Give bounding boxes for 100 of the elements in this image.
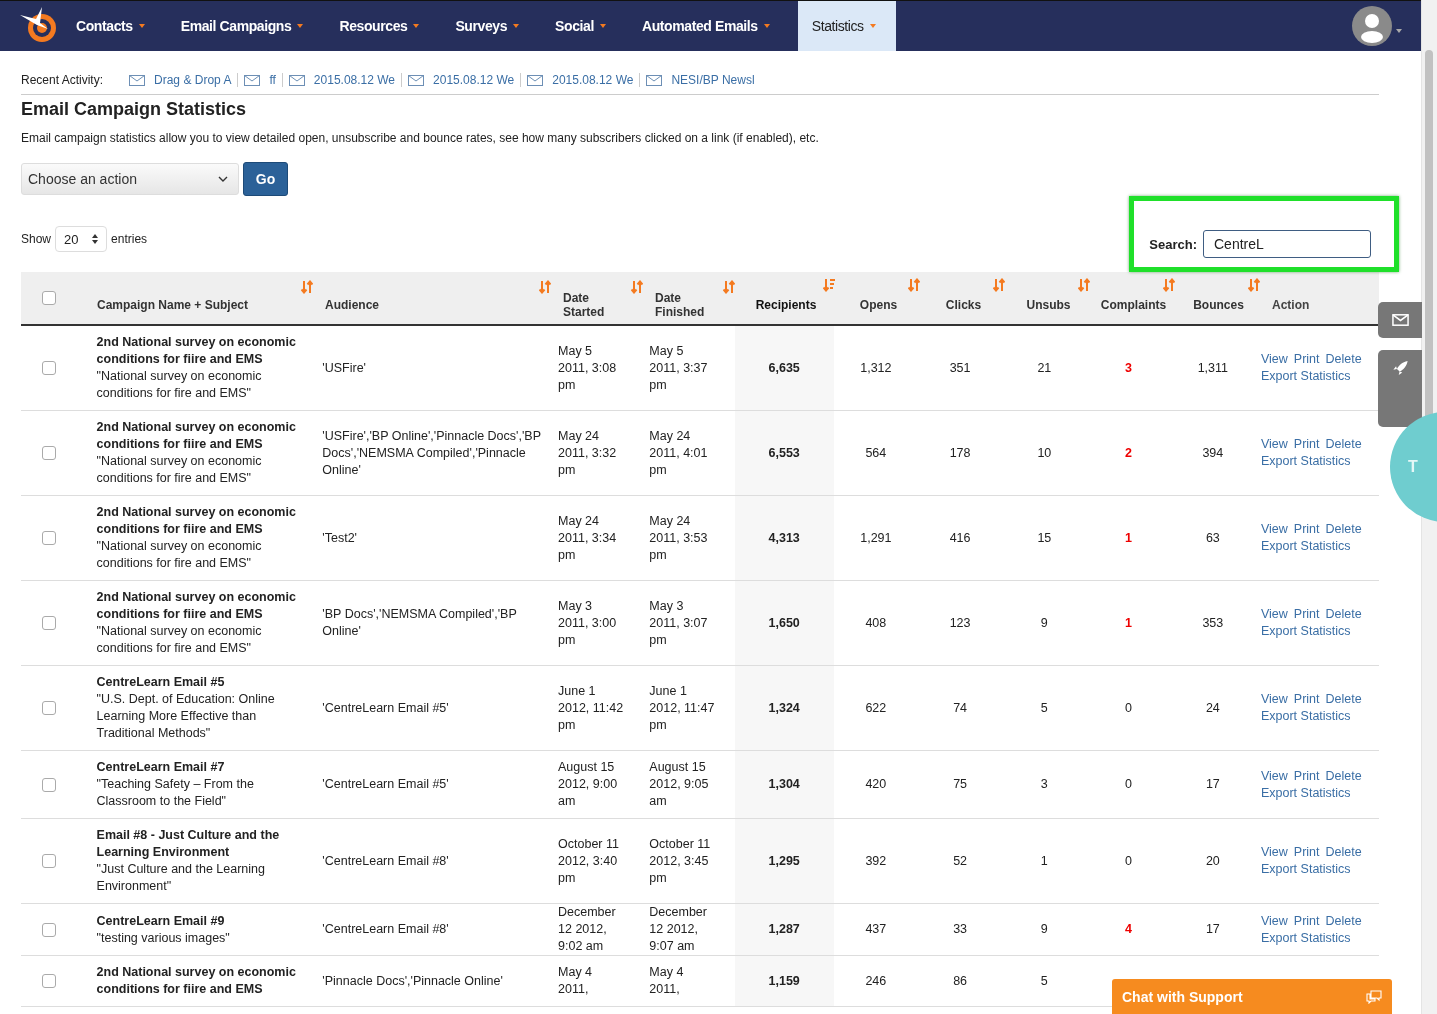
recent-activity-link[interactable]: 2015.08.12 We <box>433 73 515 87</box>
row-checkbox[interactable] <box>41 361 56 375</box>
nav-tab[interactable]: Social <box>537 1 624 51</box>
action-link[interactable]: View <box>1260 691 1288 708</box>
side-tab[interactable] <box>1378 350 1422 427</box>
column-header[interactable]: Action <box>1272 298 1310 312</box>
row-checkbox[interactable] <box>41 531 56 545</box>
sort-icon[interactable] <box>1078 278 1090 292</box>
action-link[interactable]: Delete <box>1325 691 1362 708</box>
action-link[interactable]: Delete <box>1325 912 1362 930</box>
row-checkbox[interactable] <box>41 777 56 792</box>
action-link[interactable]: View <box>1260 767 1288 785</box>
table-cell-text: 33 <box>952 921 969 938</box>
nav-tab[interactable]: Email Campaigns <box>162 1 322 51</box>
action-link[interactable]: View <box>1260 521 1288 538</box>
action-link[interactable]: Export Statistics <box>1260 784 1351 802</box>
action-select[interactable]: Choose an action <box>21 163 239 195</box>
action-link[interactable]: Print <box>1293 606 1320 623</box>
action-link[interactable]: Export Statistics <box>1260 538 1351 555</box>
entries-select[interactable]: 20 <box>55 226 108 252</box>
column-header[interactable]: Clicks <box>945 298 982 312</box>
recent-activity-link[interactable]: NESI/BP Newsl <box>671 73 755 87</box>
table-cell-text: 3 <box>1039 776 1049 793</box>
nav-tab[interactable]: Statistics <box>797 1 896 51</box>
side-tab[interactable] <box>1378 302 1422 338</box>
action-link[interactable]: Print <box>1293 691 1320 708</box>
nav-tab[interactable]: Resources <box>321 1 438 51</box>
column-header[interactable]: Date Started <box>563 291 613 319</box>
action-link[interactable]: Delete <box>1325 606 1362 623</box>
action-link[interactable]: Delete <box>1325 521 1362 538</box>
action-link[interactable]: Export Statistics <box>1260 708 1351 725</box>
recent-activity-link[interactable]: 2015.08.12 We <box>313 73 396 87</box>
campaign-name: 2nd National survey on economic conditions for fiire and EMS <box>96 334 297 368</box>
sort-icon[interactable] <box>1248 278 1260 292</box>
action-link[interactable]: Print <box>1293 436 1320 453</box>
user-avatar-icon[interactable] <box>1352 6 1392 46</box>
column-header[interactable]: Complaints <box>1100 298 1167 312</box>
row-checkbox[interactable] <box>41 974 56 988</box>
action-link[interactable]: Export Statistics <box>1260 861 1351 878</box>
row-checkbox[interactable] <box>41 922 56 937</box>
action-link[interactable]: Print <box>1293 351 1320 368</box>
column-header[interactable]: Unsubs <box>1026 298 1071 312</box>
recent-activity-link[interactable]: ff <box>269 73 276 87</box>
search-field[interactable]: CentreL <box>1203 230 1371 258</box>
recent-activity-link[interactable]: Drag & Drop A <box>154 73 232 87</box>
table-cell-text: 392 <box>864 852 888 870</box>
action-link[interactable]: Print <box>1293 767 1320 785</box>
row-checkbox[interactable] <box>41 701 56 715</box>
sort-descending-icon[interactable] <box>823 278 835 292</box>
row-checkbox[interactable] <box>41 616 56 630</box>
action-link[interactable]: Print <box>1293 844 1320 861</box>
sort-icon[interactable] <box>723 280 735 294</box>
action-link[interactable]: Export Statistics <box>1260 368 1351 385</box>
recent-activity-link[interactable]: 2015.08.12 We <box>552 73 634 87</box>
table-cell-text: 'USFire','BP Online','Pinnacle Docs','BP Docs','NEMSMA Compiled','Pinnacle Online' <box>321 427 542 479</box>
action-link[interactable]: Delete <box>1325 767 1362 785</box>
row-checkbox[interactable] <box>41 446 56 460</box>
up-down-arrows-icon <box>92 234 99 244</box>
go-button[interactable]: Go <box>243 162 288 196</box>
envelope-icon <box>408 74 425 86</box>
action-link[interactable]: Print <box>1293 912 1320 930</box>
campaign-subject: "National survey on economic conditions for fire and EMS" <box>96 453 263 487</box>
action-link[interactable]: Delete <box>1325 436 1362 453</box>
action-link[interactable]: Delete <box>1325 351 1362 368</box>
action-link[interactable]: View <box>1260 844 1288 861</box>
nav-tab[interactable]: Contacts <box>70 1 163 51</box>
action-link[interactable]: View <box>1260 606 1288 623</box>
table-cell-text: 123 <box>948 614 972 632</box>
action-link[interactable]: View <box>1260 912 1288 930</box>
table-cell-text: 63 <box>1204 529 1221 547</box>
campaign-name: 2nd National survey on economic conditions for fiire and EMS <box>96 964 297 998</box>
column-header[interactable]: Date Finished <box>655 291 705 319</box>
action-link[interactable]: Print <box>1293 521 1320 538</box>
nav-tab[interactable]: Surveys <box>437 1 538 51</box>
sort-icon[interactable] <box>301 280 313 294</box>
column-header[interactable]: Bounces <box>1193 298 1244 312</box>
row-checkbox[interactable] <box>41 854 56 868</box>
caret-icon[interactable] <box>1396 29 1402 33</box>
column-header[interactable]: Opens <box>859 298 898 312</box>
action-link[interactable]: View <box>1260 436 1288 453</box>
action-link[interactable]: Delete <box>1325 844 1362 861</box>
column-header[interactable]: Audience <box>325 298 379 312</box>
sort-icon[interactable] <box>631 280 643 294</box>
envelope-icon <box>288 74 305 86</box>
table-cell-text: 0 <box>1124 699 1134 717</box>
sort-icon[interactable] <box>908 278 920 292</box>
action-link[interactable]: Export Statistics <box>1260 453 1351 470</box>
envelope-icon <box>244 74 261 86</box>
column-header[interactable]: Recipients <box>755 298 817 312</box>
table-cell-text: May 4 2011, <box>648 964 685 998</box>
select-all-checkbox[interactable] <box>42 291 56 305</box>
nav-tab[interactable]: Automated Emails <box>623 1 788 51</box>
action-link[interactable]: Export Statistics <box>1260 929 1351 947</box>
action-link[interactable]: Export Statistics <box>1260 623 1351 640</box>
sort-icon[interactable] <box>993 278 1005 292</box>
sort-icon[interactable] <box>1163 278 1175 292</box>
table-cell-text: 0 <box>1124 852 1134 870</box>
action-link[interactable]: View <box>1260 351 1288 368</box>
sort-icon[interactable] <box>539 280 551 294</box>
column-header[interactable]: Campaign Name + Subject <box>97 298 249 312</box>
